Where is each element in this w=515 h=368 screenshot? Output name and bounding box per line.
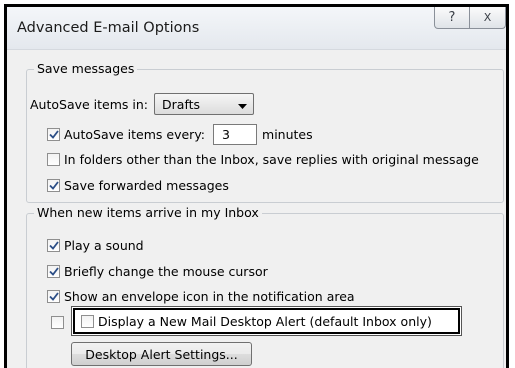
save-forwarded-checkbox[interactable] xyxy=(47,179,60,192)
save-forwarded-label: Save forwarded messages xyxy=(64,178,229,193)
autosave-minutes-input[interactable]: 3 xyxy=(213,124,258,145)
autosave-in-label: AutoSave items in: xyxy=(30,96,149,112)
save-messages-legend: Save messages xyxy=(34,61,138,77)
save-forwarded-row: Save forwarded messages xyxy=(47,178,229,193)
autosave-minutes-unit: minutes xyxy=(262,127,313,142)
desktop-alert-settings-label: Desktop Alert Settings... xyxy=(85,346,238,362)
save-replies-checkbox[interactable] xyxy=(47,153,60,166)
autosave-folder-select[interactable]: Drafts xyxy=(154,93,255,115)
desktop-alert-row-highlight[interactable]: Display a New Mail Desktop Alert (defaul… xyxy=(73,308,460,334)
close-button[interactable]: X xyxy=(470,7,506,29)
chevron-down-icon xyxy=(238,97,248,112)
desktop-alert-underlying-checkbox xyxy=(51,316,64,329)
envelope-icon-row: Show an envelope icon in the notificatio… xyxy=(47,289,355,304)
envelope-icon-checkbox[interactable] xyxy=(47,290,60,303)
autosave-folder-value: Drafts xyxy=(162,96,201,112)
autosave-minutes-value: 3 xyxy=(222,127,230,142)
mouse-cursor-row: Briefly change the mouse cursor xyxy=(47,264,268,279)
play-sound-label: Play a sound xyxy=(64,238,144,253)
autosave-every-checkbox[interactable] xyxy=(47,128,60,141)
mouse-cursor-checkbox[interactable] xyxy=(47,265,60,278)
autosave-every-row: AutoSave items every: 3 minutes xyxy=(47,124,313,145)
save-replies-row: In folders other than the Inbox, save re… xyxy=(47,152,479,167)
desktop-alert-label: Display a New Mail Desktop Alert (defaul… xyxy=(98,313,432,329)
title-bar: Advanced E-mail Options ? X xyxy=(7,7,506,50)
play-sound-checkbox[interactable] xyxy=(47,239,60,252)
new-items-legend: When new items arrive in my Inbox xyxy=(34,205,262,221)
dialog-title: Advanced E-mail Options xyxy=(17,20,200,36)
autosave-every-label: AutoSave items every: xyxy=(64,127,206,142)
close-icon: X xyxy=(483,11,492,24)
play-sound-row: Play a sound xyxy=(47,238,144,253)
envelope-icon-label: Show an envelope icon in the notificatio… xyxy=(64,289,355,304)
save-replies-label: In folders other than the Inbox, save re… xyxy=(64,152,479,167)
mouse-cursor-label: Briefly change the mouse cursor xyxy=(64,264,268,279)
help-button[interactable]: ? xyxy=(434,7,470,29)
desktop-alert-checkbox[interactable] xyxy=(81,314,94,328)
autosave-in-row: AutoSave items in: Drafts xyxy=(30,93,255,115)
desktop-alert-settings-button[interactable]: Desktop Alert Settings... xyxy=(71,342,252,366)
advanced-email-options-dialog: Advanced E-mail Options ? X Save message… xyxy=(4,4,509,368)
help-icon: ? xyxy=(448,10,456,25)
